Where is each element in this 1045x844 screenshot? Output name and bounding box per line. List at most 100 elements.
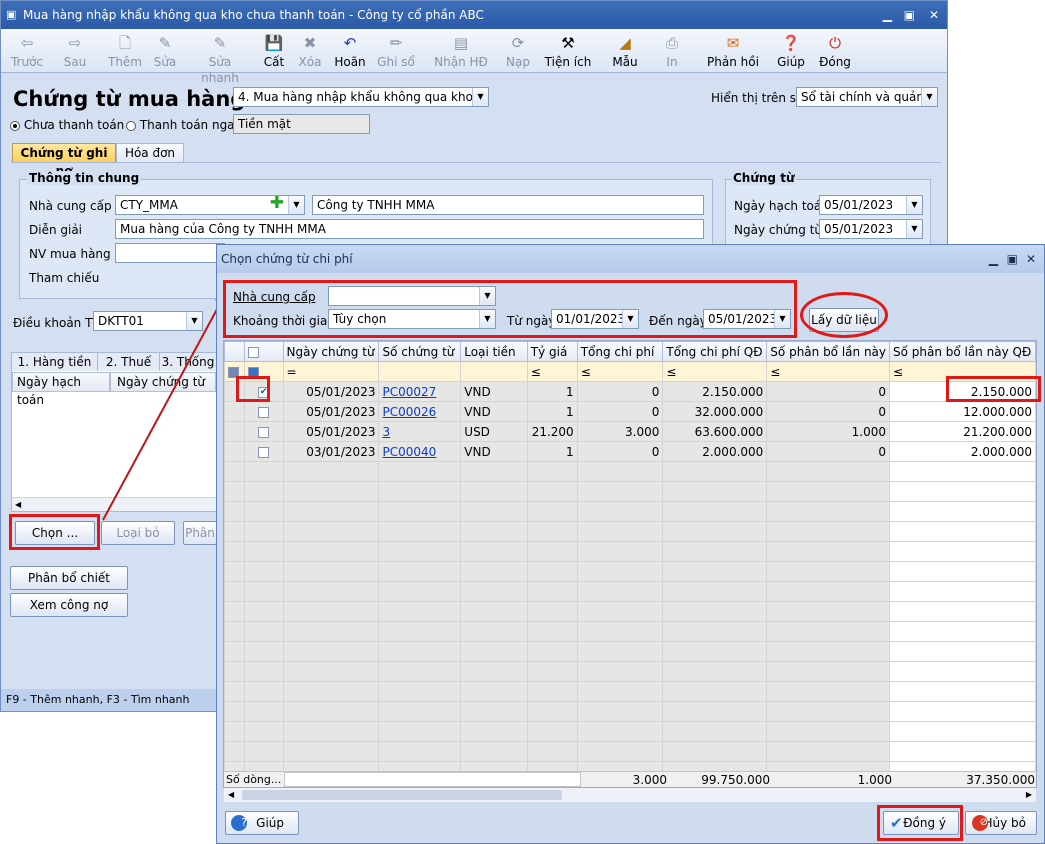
- table-row[interactable]: [224, 681, 1036, 702]
- cell-alloc: [766, 661, 891, 682]
- scroll-thumb[interactable]: [242, 790, 562, 800]
- dialog-scrollbar[interactable]: ◀ ▶: [224, 788, 1036, 802]
- col-total-qd[interactable]: Tổng chi phí QĐ: [662, 341, 768, 362]
- table-row[interactable]: [224, 561, 1036, 582]
- cell-no[interactable]: PC00040: [378, 441, 462, 462]
- table-row[interactable]: [224, 721, 1036, 742]
- cell-total: [576, 741, 664, 762]
- cell-no: [378, 601, 462, 622]
- row-checkbox-cell[interactable]: [243, 721, 284, 742]
- voucher-link[interactable]: PC00026: [382, 405, 436, 419]
- cell-total_qd: [662, 701, 768, 722]
- row-checkbox-cell[interactable]: [243, 441, 284, 462]
- table-row[interactable]: [224, 741, 1036, 762]
- row-checkbox-cell[interactable]: [243, 701, 284, 722]
- table-row[interactable]: 05/01/2023 PC00026 VND 1 0 32.000.000 0 12.000.…: [224, 401, 1036, 422]
- row-checkbox-cell[interactable]: [243, 741, 284, 762]
- row-checkbox-cell[interactable]: [243, 521, 284, 542]
- cell-rate: 1: [526, 381, 578, 402]
- row-checkbox-cell[interactable]: [243, 601, 284, 622]
- table-row[interactable]: [224, 621, 1036, 642]
- cell-no[interactable]: PC00026: [378, 401, 462, 422]
- row-checkbox-cell[interactable]: [243, 421, 284, 442]
- cell-cur: [460, 521, 528, 542]
- cell-cur: [460, 681, 528, 702]
- table-row[interactable]: [224, 501, 1036, 522]
- cell-total_qd: [662, 501, 768, 522]
- cell-rate: [526, 621, 578, 642]
- cell-rate: [526, 681, 578, 702]
- table-row[interactable]: [224, 481, 1036, 502]
- col-alloc-qd[interactable]: Số phân bổ lần này QĐ: [889, 341, 1036, 362]
- checkbox-icon[interactable]: [258, 446, 270, 458]
- cell-date: [282, 561, 380, 582]
- cell-total: [576, 641, 664, 662]
- cell-no[interactable]: PC00027: [378, 381, 462, 402]
- cell-alloc_qd: [889, 541, 1036, 562]
- table-row[interactable]: [224, 701, 1036, 722]
- filter-cell[interactable]: ≤: [662, 361, 768, 382]
- row-checkbox-cell[interactable]: [243, 481, 284, 502]
- table-row[interactable]: [224, 541, 1036, 562]
- table-row[interactable]: [224, 601, 1036, 622]
- row-checkbox-cell[interactable]: [243, 621, 284, 642]
- filter-cell[interactable]: [460, 361, 528, 382]
- voucher-link[interactable]: PC00040: [382, 445, 436, 459]
- row-checkbox-cell[interactable]: [243, 681, 284, 702]
- checkbox-icon[interactable]: [258, 426, 270, 438]
- row-checkbox-cell[interactable]: [243, 461, 284, 482]
- scroll-left-icon[interactable]: ◀: [224, 790, 234, 799]
- filter-cell[interactable]: =: [282, 361, 380, 382]
- row-checkbox-cell[interactable]: [243, 561, 284, 582]
- row-selector: [224, 721, 245, 742]
- row-checkbox-cell[interactable]: [243, 641, 284, 662]
- table-row[interactable]: [224, 461, 1036, 482]
- row-checkbox-cell[interactable]: [243, 401, 284, 422]
- scroll-right-icon[interactable]: ▶: [1026, 788, 1032, 802]
- row-checkbox-cell[interactable]: [243, 661, 284, 682]
- cell-cur: [460, 461, 528, 482]
- col-alloc[interactable]: Số phân bổ lần này: [766, 341, 891, 362]
- table-row[interactable]: [224, 521, 1036, 542]
- filter-cell[interactable]: ≤: [576, 361, 664, 382]
- cell-total: 3.000: [576, 421, 664, 442]
- dialog-close-button[interactable]: ✕: [1026, 245, 1036, 273]
- cell-total: [576, 681, 664, 702]
- row-checkbox-cell[interactable]: [243, 541, 284, 562]
- table-row[interactable]: [224, 661, 1036, 682]
- cancel-button[interactable]: ⊘ Hủy bỏ: [965, 811, 1037, 835]
- dialog-minimize-button[interactable]: ▁: [989, 245, 998, 273]
- expense-grid: Ngày chứng từ Số chứng từ Loại tiền Tỷ g…: [223, 340, 1037, 788]
- table-row[interactable]: ✔ 05/01/2023 PC00027 VND 1 0 2.150.000 0 2.150.0…: [224, 381, 1036, 402]
- row-checkbox-cell[interactable]: [243, 501, 284, 522]
- cell-no: [378, 581, 462, 602]
- voucher-link[interactable]: PC00027: [382, 385, 436, 399]
- cell-cur: VND: [460, 381, 528, 402]
- col-total[interactable]: Tổng chi phí: [576, 341, 664, 362]
- help-button[interactable]: ? Giúp: [225, 811, 299, 835]
- highlight-fetch: [800, 292, 888, 338]
- row-count-label: Số dòng...: [226, 773, 282, 786]
- col-rate[interactable]: Tỷ giá: [526, 341, 578, 362]
- cell-alloc_qd: [889, 501, 1036, 522]
- select-all-checkbox[interactable]: [243, 341, 284, 362]
- table-row[interactable]: [224, 641, 1036, 662]
- row-selector: [224, 441, 245, 462]
- voucher-link[interactable]: 3: [382, 425, 390, 439]
- filter-cell[interactable]: [378, 361, 462, 382]
- cell-alloc_qd: 2.000.000: [889, 441, 1036, 462]
- row-checkbox-cell[interactable]: [243, 581, 284, 602]
- checkbox-icon[interactable]: [258, 406, 270, 418]
- cell-no[interactable]: 3: [378, 421, 462, 442]
- row-selector: [224, 521, 245, 542]
- table-row[interactable]: 03/01/2023 PC00040 VND 1 0 2.000.000 0 2.000.00…: [224, 441, 1036, 462]
- col-date[interactable]: Ngày chứng từ: [282, 341, 380, 362]
- col-number[interactable]: Số chứng từ: [378, 341, 462, 362]
- filter-cell[interactable]: ≤: [766, 361, 891, 382]
- table-row[interactable]: [224, 581, 1036, 602]
- col-currency[interactable]: Loại tiền: [460, 341, 528, 362]
- cell-alloc_qd: [889, 621, 1036, 642]
- dialog-maximize-button[interactable]: ▣: [1007, 245, 1018, 273]
- table-row[interactable]: 05/01/2023 3 USD 21.200 3.000 63.600.000 1.000…: [224, 421, 1036, 442]
- filter-cell[interactable]: ≤: [526, 361, 578, 382]
